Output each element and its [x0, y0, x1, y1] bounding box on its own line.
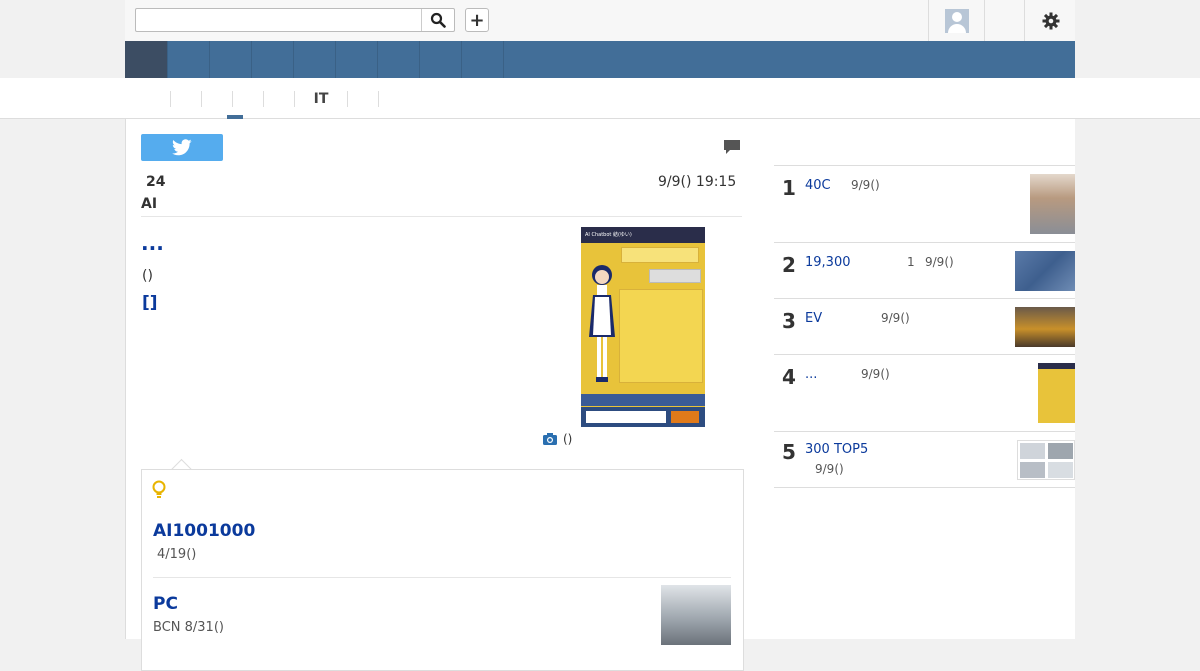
- search-icon: [430, 12, 446, 28]
- rank-date: 9/9(): [861, 367, 890, 381]
- add-button[interactable]: +: [465, 8, 489, 32]
- gear-icon: [1042, 12, 1059, 29]
- comment-button[interactable]: [723, 139, 741, 159]
- rank-number: 5: [782, 440, 796, 464]
- related-item-thumbnail[interactable]: [661, 585, 731, 645]
- nav-item[interactable]: [462, 41, 504, 78]
- rank-date: 9/9(): [851, 178, 880, 192]
- rank-number: 3: [782, 309, 796, 333]
- avatar: [945, 8, 969, 33]
- rank-title[interactable]: EV: [805, 311, 822, 326]
- rank-title[interactable]: 19,300: [805, 255, 851, 270]
- article-more-link[interactable]: []: [142, 293, 158, 313]
- article-photo[interactable]: AI Chatbot 結(ゆい): [581, 227, 705, 427]
- rank-title[interactable]: 300 TOP5: [805, 442, 868, 457]
- top-bar: +: [125, 0, 1075, 42]
- sub-nav: IT: [0, 78, 1200, 119]
- rank-thumbnail[interactable]: [1015, 307, 1075, 347]
- search-button[interactable]: [421, 9, 454, 31]
- rank-thumbnail[interactable]: [1038, 363, 1075, 423]
- account-button[interactable]: [928, 0, 985, 41]
- photo-header-text: AI Chatbot 結(ゆい): [581, 227, 705, 243]
- nav-item[interactable]: [378, 41, 420, 78]
- nav-item[interactable]: [210, 41, 252, 78]
- related-articles: AI1001000 4/19() PC BCN 8/31(): [141, 469, 744, 671]
- related-item-meta: BCN 8/31(): [153, 620, 224, 635]
- subnav-item[interactable]: [140, 91, 171, 107]
- chatbot-character-image: [589, 265, 615, 382]
- rank-title[interactable]: ...: [805, 367, 817, 382]
- ranking-item[interactable]: 2 19,300 1 9/9(): [774, 243, 1075, 299]
- article-headline-link[interactable]: ...: [141, 231, 164, 255]
- related-item-meta: 4/19(): [157, 547, 197, 562]
- article-main: 24 9/9() 19:15 AI ... () [] AI Chatbot 結…: [125, 119, 761, 671]
- related-item-title[interactable]: AI1001000: [153, 521, 255, 541]
- divider: [153, 577, 731, 578]
- rank-number: 2: [782, 253, 796, 277]
- photo-caption: (): [543, 432, 572, 446]
- photo-caption-text: (): [563, 432, 573, 446]
- rank-number: 1: [782, 176, 796, 200]
- subnav-item-it[interactable]: IT: [295, 91, 348, 107]
- tweet-button[interactable]: [141, 134, 223, 161]
- rank-number: 4: [782, 365, 796, 389]
- comment-count: 24: [146, 174, 166, 190]
- nav-item[interactable]: [336, 41, 378, 78]
- article-datetime: 9/9() 19:15: [658, 174, 737, 190]
- nav-item[interactable]: [252, 41, 294, 78]
- rank-thumbnail[interactable]: [1017, 440, 1075, 480]
- rank-title[interactable]: 40C: [805, 178, 831, 193]
- ranking-list: 1 40C 9/9() 2 19,300 1 9/9() 3 EV 9/9() …: [774, 165, 1075, 488]
- related-item-title[interactable]: PC: [153, 594, 178, 614]
- photo-tabs: [581, 394, 705, 406]
- article-category: AI: [141, 196, 158, 212]
- rank-thumbnail[interactable]: [1015, 251, 1075, 291]
- nav-item[interactable]: [420, 41, 462, 78]
- subnav-item[interactable]: [171, 91, 202, 107]
- rank-date: 9/9(): [815, 462, 844, 476]
- ranking-item[interactable]: 5 300 TOP5 9/9(): [774, 432, 1075, 488]
- category-nav: [125, 41, 1075, 78]
- ranking-sidebar: 1 40C 9/9() 2 19,300 1 9/9() 3 EV 9/9() …: [759, 119, 1075, 639]
- settings-button[interactable]: [1024, 0, 1076, 41]
- rank-date: 9/9(): [881, 311, 910, 325]
- nav-item[interactable]: [168, 41, 210, 78]
- nav-item[interactable]: [294, 41, 336, 78]
- rank-extra: 1: [907, 255, 915, 269]
- nav-item-home[interactable]: [125, 41, 168, 78]
- ranking-item[interactable]: 3 EV 9/9(): [774, 299, 1075, 355]
- subnav-item[interactable]: [348, 91, 379, 107]
- camera-icon: [543, 433, 557, 445]
- article-source: (): [142, 268, 153, 284]
- comment-icon: [724, 140, 740, 154]
- divider: [141, 216, 742, 217]
- twitter-icon: [172, 139, 192, 156]
- search-input[interactable]: [135, 8, 455, 32]
- ranking-item[interactable]: 1 40C 9/9(): [774, 166, 1075, 243]
- notification-button[interactable]: [984, 0, 1025, 41]
- subnav-item[interactable]: [233, 91, 264, 107]
- rank-date: 9/9(): [925, 255, 954, 269]
- subnav-item[interactable]: [264, 91, 295, 107]
- rank-thumbnail[interactable]: [1030, 174, 1075, 234]
- ranking-item[interactable]: 4 ... 9/9(): [774, 355, 1075, 432]
- photo-chat-input: [586, 411, 666, 423]
- photo-send-button: [671, 411, 699, 423]
- subnav-item-active[interactable]: [202, 91, 233, 107]
- lightbulb-icon: [152, 480, 166, 504]
